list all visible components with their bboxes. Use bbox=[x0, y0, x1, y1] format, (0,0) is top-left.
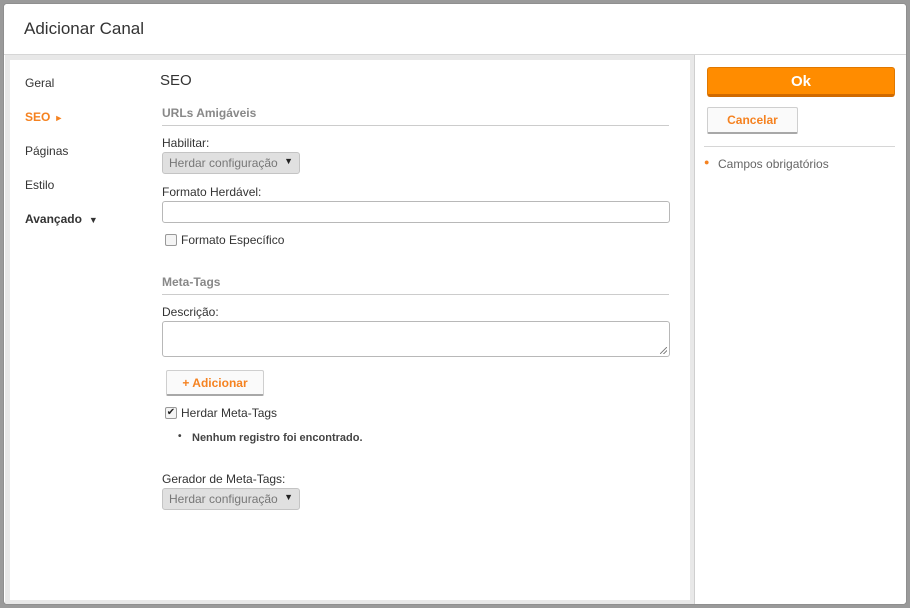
inherit-metatags-row[interactable]: ✔ Herdar Meta-Tags bbox=[165, 406, 277, 420]
dropdown-caret-icon: ▼ bbox=[284, 156, 293, 166]
add-metatag-button[interactable]: + Adicionar bbox=[166, 370, 264, 396]
nav-item-geral[interactable]: Geral bbox=[25, 76, 54, 90]
ok-button[interactable]: Ok bbox=[707, 67, 895, 97]
empty-list-message: Nenhum registro foi encontrado. bbox=[178, 431, 362, 444]
select-value: Herdar configuração bbox=[169, 156, 278, 170]
chevron-down-icon: ▼ bbox=[88, 215, 98, 225]
cancel-button[interactable]: Cancelar bbox=[707, 107, 798, 134]
format-label: Formato Herdável: bbox=[162, 185, 262, 199]
description-textarea[interactable] bbox=[162, 321, 670, 357]
required-marker-icon: ● bbox=[704, 157, 710, 167]
specific-format-label: Formato Específico bbox=[181, 233, 285, 247]
format-input[interactable] bbox=[162, 201, 670, 223]
specific-format-checkbox[interactable] bbox=[165, 234, 177, 246]
dropdown-caret-icon: ▼ bbox=[284, 492, 293, 502]
nav-item-label: Estilo bbox=[25, 178, 55, 192]
generator-label: Gerador de Meta-Tags: bbox=[162, 472, 286, 486]
resize-grip-icon[interactable] bbox=[660, 347, 667, 354]
inherit-metatags-label: Herdar Meta-Tags bbox=[181, 406, 278, 420]
inherit-metatags-checkbox[interactable]: ✔ bbox=[165, 407, 177, 419]
content-panel: Geral SEO ► Páginas Estilo Avançado ▼ SEO … bbox=[10, 60, 690, 600]
dialog-title: Adicionar Canal bbox=[24, 19, 145, 38]
nav-item-estilo[interactable]: Estilo bbox=[25, 178, 54, 192]
nav-item-paginas[interactable]: Páginas bbox=[25, 144, 68, 158]
nav-item-avancado[interactable]: Avançado ▼ bbox=[25, 212, 98, 226]
enable-label: Habilitar: bbox=[162, 136, 210, 150]
generator-select[interactable]: Herdar configuração ▼ bbox=[162, 488, 300, 510]
dialog-header: Adicionar Canal bbox=[4, 4, 906, 55]
nav-item-label: SEO bbox=[25, 110, 51, 124]
section-title: SEO bbox=[160, 72, 192, 89]
nav-item-label: Avançado bbox=[25, 212, 82, 226]
content-area: Geral SEO ► Páginas Estilo Avançado ▼ SEO … bbox=[5, 55, 695, 604]
required-fields-label: Campos obrigatórios bbox=[718, 157, 829, 171]
nav-item-label: Geral bbox=[25, 76, 55, 90]
actions-panel: Ok Cancelar ● Campos obrigatórios bbox=[696, 55, 906, 604]
required-fields-note: ● Campos obrigatórios bbox=[704, 157, 829, 171]
nav-item-seo[interactable]: SEO ► bbox=[25, 110, 63, 124]
arrow-right-icon: ► bbox=[54, 113, 64, 123]
divider bbox=[704, 146, 895, 147]
urls-group-title: URLs Amigáveis bbox=[162, 106, 669, 126]
metatags-group-title: Meta-Tags bbox=[162, 275, 669, 295]
nav-item-label: Páginas bbox=[25, 144, 69, 158]
select-value: Herdar configuração bbox=[169, 492, 278, 506]
description-label: Descrição: bbox=[162, 305, 219, 319]
enable-select[interactable]: Herdar configuração ▼ bbox=[162, 152, 300, 174]
specific-format-row[interactable]: Formato Específico bbox=[165, 233, 284, 247]
add-channel-dialog: Adicionar Canal Geral SEO ► Páginas Estil… bbox=[3, 3, 907, 605]
